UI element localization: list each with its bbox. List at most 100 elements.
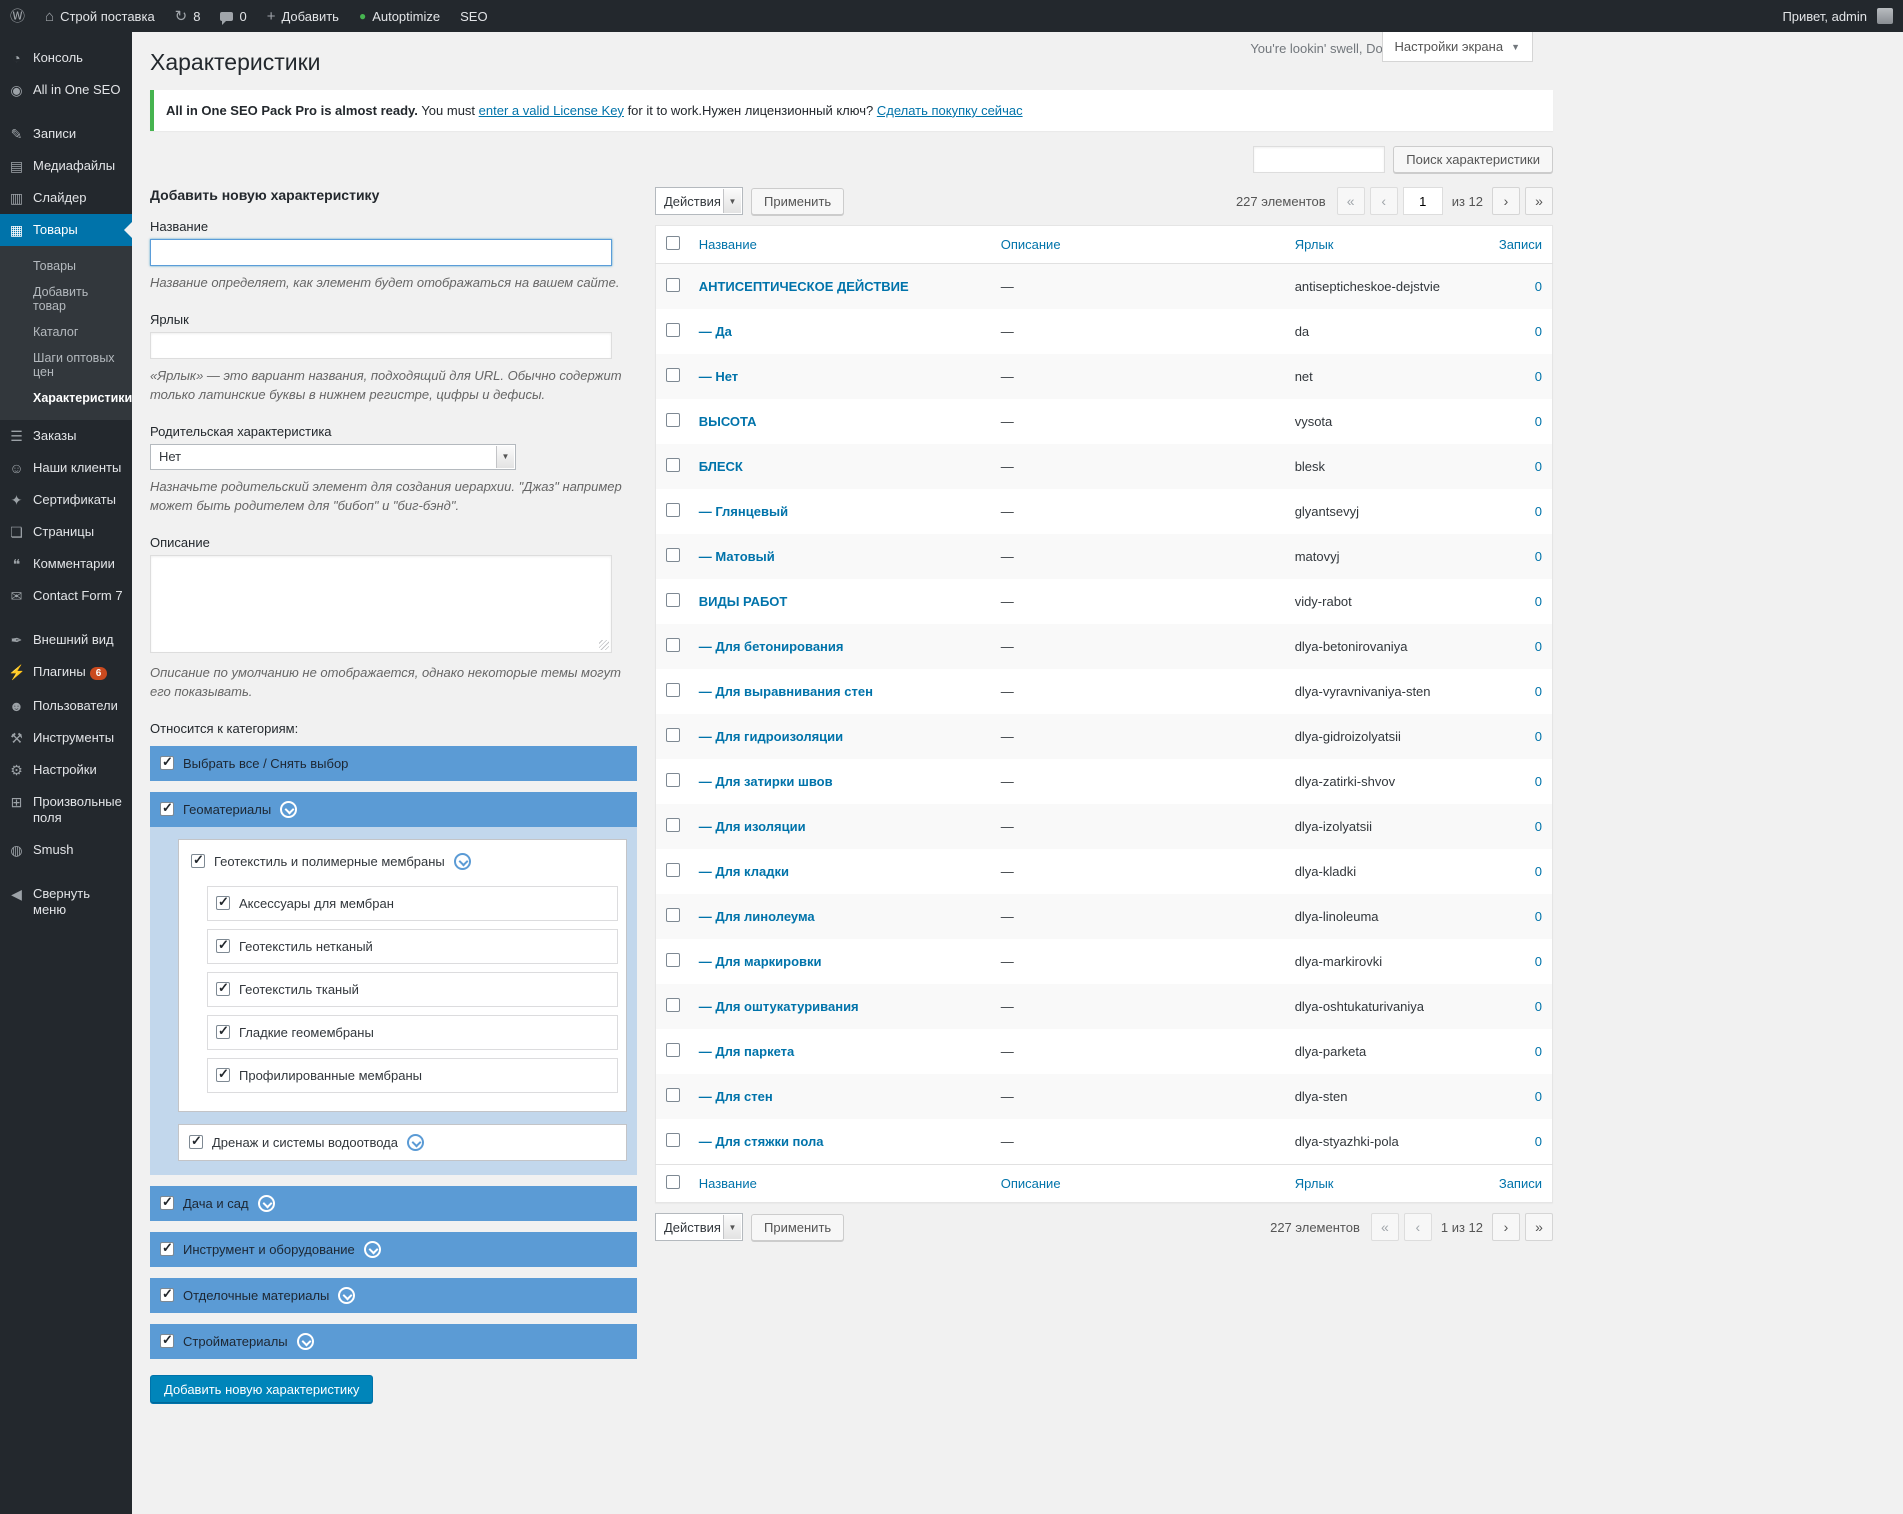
attribute-name-link[interactable]: — Для линолеума (699, 909, 815, 924)
row-checkbox[interactable] (666, 1088, 680, 1103)
site-name-link[interactable]: ⌂ Строй поставка (35, 0, 165, 32)
attribute-name-link[interactable]: — Для стен (699, 1089, 773, 1104)
category-bar[interactable]: Отделочные материалы (150, 1277, 637, 1313)
sidebar-item-users[interactable]: ☻ Пользователи (0, 690, 132, 722)
attribute-count-link[interactable]: 0 (1535, 684, 1542, 699)
category-child-item[interactable]: Аксессуары для мембран (207, 885, 618, 921)
row-checkbox[interactable] (666, 593, 680, 608)
category-bar[interactable]: Дача и сад (150, 1185, 637, 1221)
row-checkbox[interactable] (666, 503, 680, 518)
sidebar-item-tools[interactable]: ⚒ Инструменты (0, 722, 132, 754)
category-checkbox[interactable] (191, 852, 205, 869)
screen-options-button[interactable]: Настройки экрана ▼ (1381, 32, 1533, 62)
select-all-categories-bar[interactable]: Выбрать все / Снять выбор (150, 745, 637, 781)
search-input[interactable] (1253, 146, 1386, 174)
sidebar-item-smush[interactable]: ◍ Smush (0, 834, 132, 866)
sidebar-item-certificates[interactable]: ✦ Сертификаты (0, 484, 132, 516)
chevron-down-icon[interactable] (257, 1194, 275, 1212)
license-key-link[interactable]: enter a valid License Key (479, 103, 624, 118)
attribute-name-link[interactable]: — Для изоляции (699, 819, 806, 834)
row-checkbox[interactable] (666, 458, 680, 473)
submenu-item-catalog[interactable]: Каталог (0, 319, 132, 345)
bulk-actions-select[interactable]: Действия ▼ (655, 187, 743, 216)
sidebar-item-contact-form-7[interactable]: ✉ Contact Form 7 (0, 580, 132, 612)
category-checkbox[interactable] (160, 1286, 174, 1303)
attribute-count-link[interactable]: 0 (1535, 414, 1542, 429)
sort-by-description-header[interactable]: Описание (1001, 237, 1061, 252)
category-checkbox[interactable] (216, 1023, 230, 1040)
attribute-name-link[interactable]: — Для стяжки пола (699, 1134, 824, 1149)
row-checkbox[interactable] (666, 368, 680, 383)
attribute-count-link[interactable]: 0 (1535, 324, 1542, 339)
category-bar[interactable]: Стройматериалы (150, 1323, 637, 1359)
attribute-name-link[interactable]: — Для бетонирования (699, 639, 844, 654)
row-checkbox[interactable] (666, 638, 680, 653)
attribute-name-link[interactable]: — Матовый (699, 549, 775, 564)
attribute-count-link[interactable]: 0 (1535, 594, 1542, 609)
attribute-name-link[interactable]: — Для паркета (699, 1044, 795, 1059)
sidebar-item-products[interactable]: ▦ Товары (0, 214, 132, 246)
row-checkbox[interactable] (666, 1133, 680, 1148)
category-checkbox[interactable] (160, 1194, 174, 1211)
sort-by-slug-header[interactable]: Ярлык (1295, 237, 1334, 252)
attribute-name-link[interactable]: — Для кладки (699, 864, 789, 879)
chevron-down-icon[interactable] (363, 1240, 381, 1258)
attribute-name-link[interactable]: ВЫСОТА (699, 414, 757, 429)
new-content-link[interactable]: + Добавить (257, 0, 349, 32)
attribute-count-link[interactable]: 0 (1535, 954, 1542, 969)
apply-button[interactable]: Применить (751, 1213, 845, 1241)
last-page-button[interactable]: » (1525, 187, 1553, 216)
attribute-name-link[interactable]: БЛЕСК (699, 459, 743, 474)
chevron-down-icon[interactable] (407, 1133, 424, 1151)
attribute-count-link[interactable]: 0 (1535, 1089, 1542, 1104)
sidebar-item-plugins[interactable]: ⚡ Плагины 6 (0, 656, 132, 690)
attribute-count-link[interactable]: 0 (1535, 369, 1542, 384)
attribute-name-link[interactable]: — Для оштукатуривания (699, 999, 859, 1014)
category-checkbox[interactable] (216, 937, 230, 954)
sidebar-item-pages[interactable]: ❏ Страницы (0, 516, 132, 548)
category-checkbox[interactable] (216, 1066, 230, 1083)
row-checkbox[interactable] (666, 413, 680, 428)
row-checkbox[interactable] (666, 863, 680, 878)
category-child-item[interactable]: Гладкие геомембраны (207, 1014, 618, 1050)
attribute-name-link[interactable]: — Для гидроизоляции (699, 729, 843, 744)
submenu-item-add-product[interactable]: Добавить товар (0, 279, 132, 319)
sidebar-item-comments[interactable]: ❝ Комментарии (0, 548, 132, 580)
sort-by-name-header[interactable]: Название (699, 1176, 757, 1191)
category-checkbox[interactable] (160, 800, 174, 817)
chevron-down-icon[interactable] (338, 1286, 356, 1304)
category-checkbox[interactable] (189, 1133, 203, 1150)
attribute-name-link[interactable]: — Для затирки швов (699, 774, 833, 789)
category-geomaterials-bar[interactable]: Геоматериалы (150, 791, 637, 827)
attribute-count-link[interactable]: 0 (1535, 549, 1542, 564)
attribute-name-link[interactable]: АНТИСЕПТИЧЕСКОЕ ДЕЙСТВИЕ (699, 279, 909, 294)
sort-by-slug-header[interactable]: Ярлык (1295, 1176, 1334, 1191)
current-page-input[interactable] (1402, 187, 1443, 216)
submenu-item-products[interactable]: Товары (0, 253, 132, 279)
attribute-count-link[interactable]: 0 (1535, 279, 1542, 294)
membranes-group-header[interactable]: Геотекстиль и полимерные мембраны (189, 844, 618, 878)
attribute-count-link[interactable]: 0 (1535, 819, 1542, 834)
submenu-item-attributes[interactable]: Характеристики (0, 385, 132, 411)
attribute-name-link[interactable]: — Для маркировки (699, 954, 822, 969)
account-menu[interactable]: Привет, admin (1772, 0, 1903, 32)
sidebar-item-media[interactable]: ▤ Медиафайлы (0, 150, 132, 182)
select-all-checkbox[interactable] (160, 754, 174, 771)
sidebar-item-posts[interactable]: ✎ Записи (0, 118, 132, 150)
attribute-count-link[interactable]: 0 (1535, 504, 1542, 519)
buy-now-link[interactable]: Сделать покупку сейчас (877, 103, 1023, 118)
attribute-count-link[interactable]: 0 (1535, 909, 1542, 924)
attribute-count-link[interactable]: 0 (1535, 774, 1542, 789)
attribute-name-link[interactable]: — Да (699, 324, 732, 339)
sidebar-item-orders[interactable]: ☰ Заказы (0, 420, 132, 452)
sort-by-count-header[interactable]: Записи (1499, 1176, 1542, 1191)
sort-by-description-header[interactable]: Описание (1001, 1176, 1061, 1191)
sidebar-item-custom-fields[interactable]: ⊞ Произвольные поля (0, 786, 132, 834)
sidebar-item-settings[interactable]: ⚙ Настройки (0, 754, 132, 786)
category-checkbox[interactable] (160, 1240, 174, 1257)
slug-input[interactable] (150, 331, 612, 359)
wordpress-menu[interactable]: Ⓦ (0, 0, 35, 32)
resize-grip-icon[interactable] (599, 639, 609, 650)
attribute-count-link[interactable]: 0 (1535, 459, 1542, 474)
submenu-item-wholesale-steps[interactable]: Шаги оптовых цен (0, 345, 132, 385)
